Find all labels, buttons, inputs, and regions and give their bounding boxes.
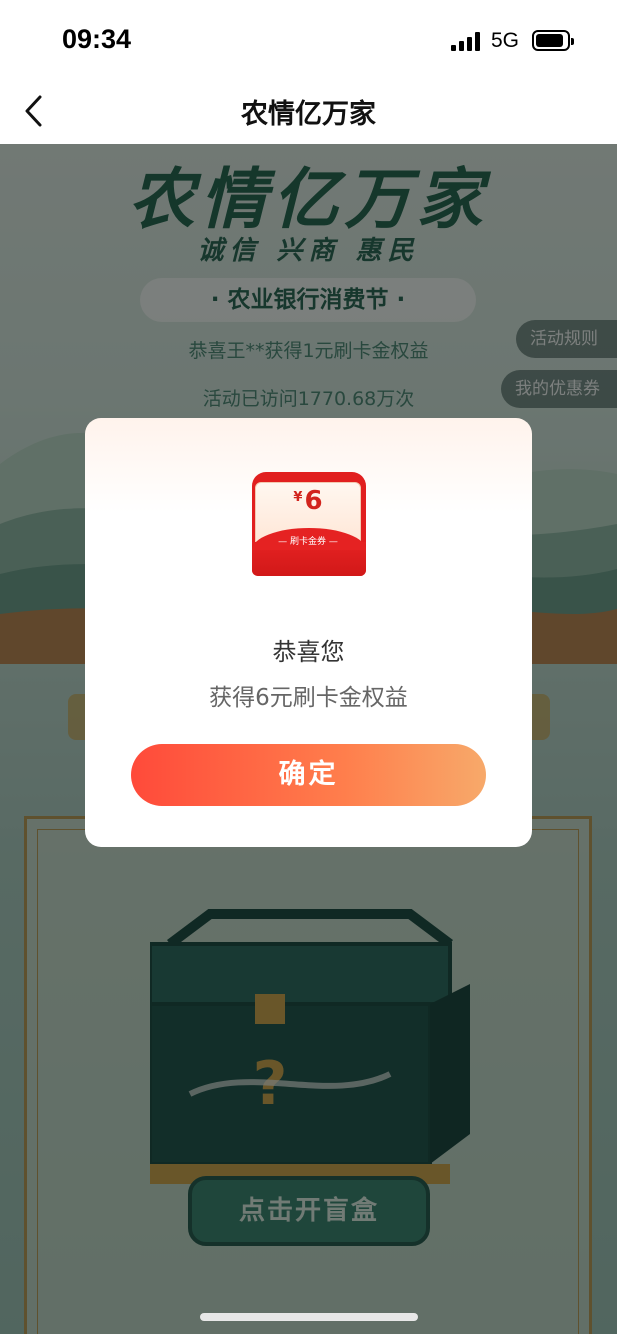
- network-type: 5G: [491, 29, 520, 52]
- modal-title: 恭喜您: [272, 638, 345, 666]
- reward-modal: ¥6 — 刷卡金券 — 恭喜您 获得6元刷卡金权益 确定: [85, 418, 532, 847]
- status-bar: 09:34 5G: [0, 0, 617, 78]
- coupon-amount: 6: [304, 486, 323, 516]
- status-time: 09:34: [62, 24, 132, 54]
- nav-bar: 农情亿万家: [0, 78, 617, 144]
- modal-description: 获得6元刷卡金权益: [209, 685, 408, 711]
- signal-icon: [451, 31, 481, 51]
- coupon-label: — 刷卡金券 —: [278, 537, 338, 547]
- coupon-envelope-icon: ¥6 — 刷卡金券 —: [225, 458, 393, 588]
- battery-icon: [532, 30, 574, 51]
- coupon-currency: ¥: [293, 490, 303, 505]
- confirm-button[interactable]: 确定: [131, 744, 486, 806]
- home-indicator[interactable]: [200, 1313, 418, 1321]
- page-title: 农情亿万家: [241, 99, 376, 130]
